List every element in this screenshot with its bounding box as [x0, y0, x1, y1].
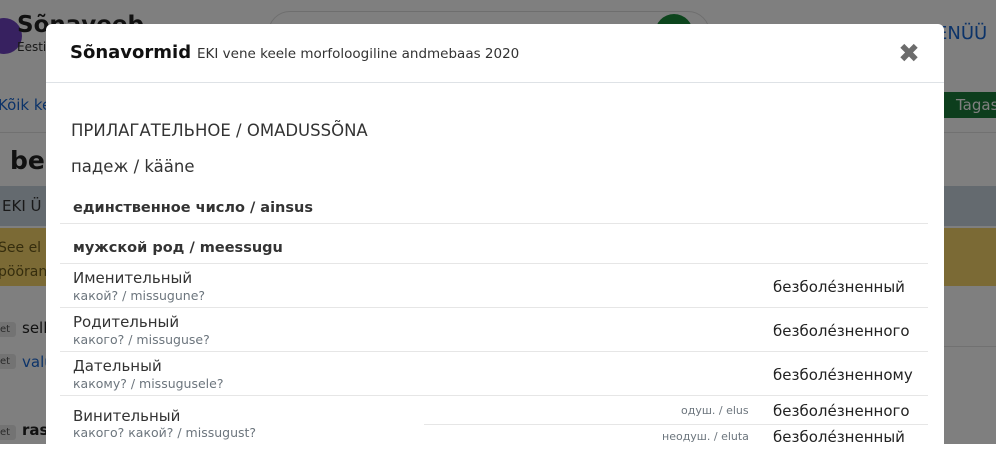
- part-of-speech-heading: ПРИЛАГАТЕЛЬНОЕ / OMADUSSÕNA: [71, 121, 368, 140]
- word-form: безболе́зненный: [773, 428, 905, 446]
- number-label: единственное число / ainsus: [73, 200, 313, 216]
- modal-header: Sõnavormid EKI vene keele morfoloogiline…: [46, 24, 944, 83]
- case-name: Винительный: [73, 407, 181, 425]
- animacy-tag: одуш. / elus: [681, 404, 749, 417]
- modal-title: Sõnavormid: [70, 42, 192, 63]
- table-row: Именительный какой? / missugune? безболе…: [60, 264, 928, 308]
- gender-label: мужской род / meessugu: [73, 240, 283, 256]
- modal-subtitle: EKI vene keele morfoloogiline andmebaas …: [197, 46, 520, 62]
- number-row: единственное число / ainsus: [60, 184, 928, 224]
- declension-table: единственное число / ainsus мужской род …: [60, 184, 928, 446]
- divider: [424, 424, 928, 425]
- word-form: безболе́зненному: [773, 366, 913, 384]
- table-row: Родительный какого? / missuguse? безболе…: [60, 308, 928, 352]
- case-heading: падеж / kääne: [71, 157, 195, 176]
- word-forms-modal: Sõnavormid EKI vene keele morfoloogiline…: [46, 24, 944, 464]
- word-form: безболе́зненного: [773, 402, 910, 420]
- table-row: Винительный какого? какой? / missugust? …: [60, 396, 928, 446]
- word-form: безболе́зненного: [773, 322, 910, 340]
- gender-row: мужской род / meessugu: [60, 224, 928, 264]
- case-question: какому? / missugusele?: [73, 376, 224, 391]
- word-form: безболе́зненный: [773, 278, 905, 296]
- table-row: Дательный какому? / missugusele? безболе…: [60, 352, 928, 396]
- case-name: Дательный: [73, 357, 162, 375]
- case-name: Именительный: [73, 269, 193, 287]
- case-question: какого? какой? / missugust?: [73, 425, 257, 440]
- case-name: Родительный: [73, 313, 180, 331]
- case-question: какой? / missugune?: [73, 288, 206, 303]
- case-question: какого? / missuguse?: [73, 332, 210, 347]
- animacy-tag: неодуш. / eluta: [662, 430, 749, 443]
- close-icon[interactable]: ✖: [897, 40, 921, 68]
